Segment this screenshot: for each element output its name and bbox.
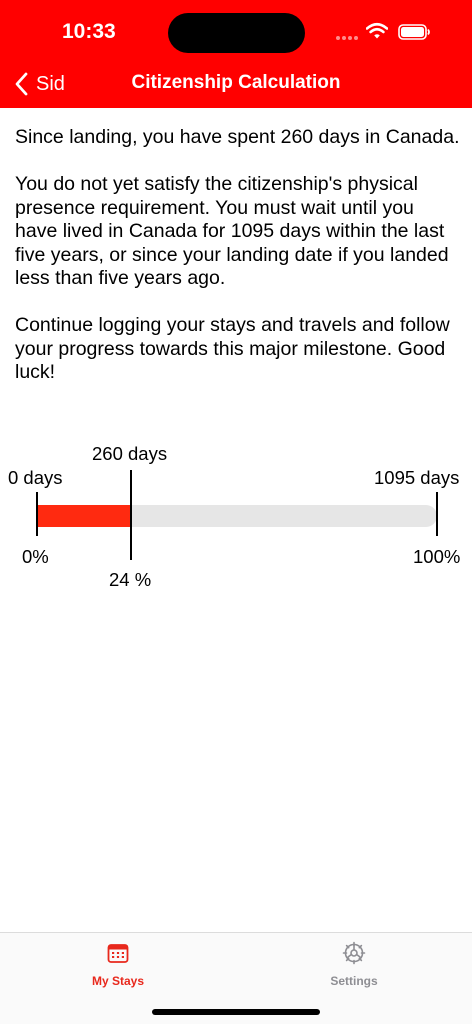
nav-header: 10:33 Sid Citizenship Calculation [0,0,472,108]
progress-fill [36,505,131,527]
summary-paragraph-encouragement: Continue logging your stays and travels … [15,314,450,383]
summary-paragraph-requirement: You do not yet satisfy the citizenship's… [15,173,449,289]
end-days-label: 1095 days [374,467,460,488]
progress-current-marker [130,470,132,560]
citizenship-summary: Since landing, you have spent 260 days i… [15,126,460,408]
wifi-icon [366,22,388,39]
summary-paragraph-days: Since landing, you have spent 260 days i… [15,126,460,148]
end-percent-label: 100% [413,546,461,567]
home-indicator [152,1009,320,1015]
cellular-signal-icon [336,36,358,40]
start-percent-label: 0% [22,546,49,567]
calendar-icon [107,944,129,963]
battery-icon [398,24,430,40]
tab-my-stays[interactable]: My Stays [58,941,178,988]
gear-icon [342,941,366,965]
current-days-label: 260 days [92,443,168,464]
page-title: Citizenship Calculation [131,72,341,93]
current-percent-label: 24 % [109,569,152,590]
progress-start-tick [36,492,38,536]
tab-settings[interactable]: Settings [294,941,414,988]
progress-end-tick [436,492,438,536]
status-time: 10:33 [62,20,116,43]
tab-my-stays-label: My Stays [91,974,145,988]
tab-settings-label: Settings [330,974,378,988]
dynamic-island [168,13,305,53]
start-days-label: 0 days [8,467,63,488]
